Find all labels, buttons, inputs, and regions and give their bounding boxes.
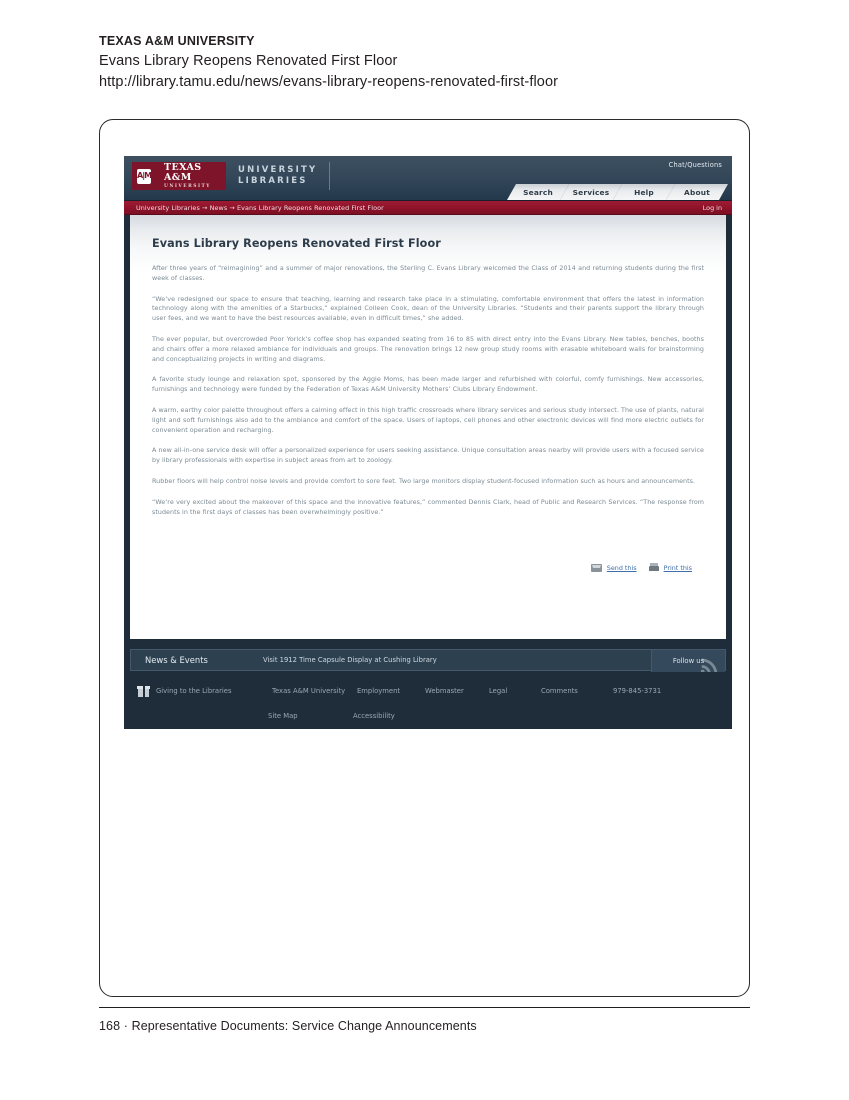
login-link[interactable]: Log in bbox=[703, 201, 722, 215]
tamu-line2: UNIVERSITY bbox=[163, 183, 211, 189]
rss-icon bbox=[700, 658, 718, 672]
tab-help[interactable]: Help bbox=[613, 184, 675, 200]
page-number: 168 bbox=[99, 1019, 121, 1033]
mail-icon bbox=[590, 563, 602, 572]
news-events-item[interactable]: Visit 1912 Time Capsule Display at Cushi… bbox=[263, 656, 437, 664]
site-logo[interactable]: A|M TEXAS A&M UNIVERSITY UNIVERSITY LIBR… bbox=[132, 162, 331, 190]
footer-section-label: Representative Documents: Service Change… bbox=[131, 1019, 477, 1033]
document-title: Evans Library Reopens Renovated First Fl… bbox=[99, 53, 398, 69]
body-paragraph: “We’ve redesigned our space to ensure th… bbox=[152, 295, 704, 323]
footer-row-1: Giving to the Libraries Texas A&M Univer… bbox=[137, 685, 732, 697]
unit-line2: LIBRARIES bbox=[238, 176, 308, 186]
primary-nav-tabs: Search Services Help About bbox=[507, 184, 728, 200]
footer-phone: 979-845-3731 bbox=[613, 687, 662, 695]
send-this-action[interactable]: Send this bbox=[590, 563, 637, 572]
page-title: Evans Library Reopens Renovated First Fl… bbox=[152, 237, 441, 250]
tab-about[interactable]: About bbox=[666, 184, 728, 200]
tab-services[interactable]: Services bbox=[560, 184, 622, 200]
send-this-label[interactable]: Send this bbox=[607, 564, 637, 572]
footer-link-legal[interactable]: Legal bbox=[489, 687, 541, 695]
body-paragraph: A favorite study lounge and relaxation s… bbox=[152, 376, 704, 394]
document-header: TEXAS A&M UNIVERSITY Evans Library Reope… bbox=[99, 33, 799, 93]
screenshot-frame: A|M TEXAS A&M UNIVERSITY UNIVERSITY LIBR… bbox=[99, 119, 750, 997]
footer-link-employment[interactable]: Employment bbox=[357, 687, 425, 695]
body-paragraph: Rubber floors will help control noise le… bbox=[152, 477, 696, 485]
tamu-wordmark: A|M TEXAS A&M UNIVERSITY bbox=[132, 162, 226, 190]
gift-icon bbox=[137, 685, 150, 697]
tamu-line1: TEXAS A&M bbox=[163, 161, 202, 183]
footer-rule bbox=[99, 1007, 750, 1008]
document-url: http://library.tamu.edu/news/evans-libra… bbox=[99, 74, 559, 90]
site-header: A|M TEXAS A&M UNIVERSITY UNIVERSITY LIBR… bbox=[124, 156, 732, 201]
university-libraries-wordmark: UNIVERSITY LIBRARIES bbox=[238, 162, 331, 190]
chat-questions-link[interactable]: Chat/Questions bbox=[669, 161, 722, 169]
breadcrumb-bar: University Libraries → News → Evans Libr… bbox=[124, 201, 732, 215]
footer-link-tamu[interactable]: Texas A&M University bbox=[272, 687, 357, 695]
follow-us-button[interactable]: Follow us bbox=[651, 650, 725, 672]
tamu-seal-icon: A|M bbox=[137, 168, 152, 184]
page-actions: Send this Print this bbox=[152, 563, 704, 572]
tab-search[interactable]: Search bbox=[507, 184, 569, 200]
page-content: Evans Library Reopens Renovated First Fl… bbox=[130, 215, 726, 639]
site-footer: Giving to the Libraries Texas A&M Univer… bbox=[124, 671, 732, 720]
print-this-action[interactable]: Print this bbox=[648, 563, 692, 572]
unit-line1: UNIVERSITY bbox=[238, 165, 318, 175]
footer-link-sitemap[interactable]: Site Map bbox=[268, 712, 353, 720]
footer-link-giving[interactable]: Giving to the Libraries bbox=[156, 687, 272, 695]
document-kicker: TEXAS A&M UNIVERSITY bbox=[99, 34, 255, 48]
body-paragraph: The ever popular, but overcrowded Poor Y… bbox=[152, 335, 704, 363]
body-paragraph: “We’re very excited about the makeover o… bbox=[152, 498, 704, 516]
news-events-bar: News & Events Visit 1912 Time Capsule Di… bbox=[130, 649, 726, 672]
news-events-title: News & Events bbox=[145, 655, 208, 665]
website-screenshot: A|M TEXAS A&M UNIVERSITY UNIVERSITY LIBR… bbox=[124, 156, 732, 729]
page-footer: 168 · Representative Documents: Service … bbox=[99, 1019, 477, 1033]
footer-link-comments[interactable]: Comments bbox=[541, 687, 613, 695]
print-this-label[interactable]: Print this bbox=[664, 564, 692, 572]
breadcrumb[interactable]: University Libraries → News → Evans Libr… bbox=[136, 201, 384, 215]
printer-icon bbox=[648, 563, 659, 572]
body-paragraph: A warm, earthy color palette throughout … bbox=[152, 406, 704, 434]
footer-row-2: Site Map Accessibility bbox=[268, 712, 732, 720]
footer-separator: · bbox=[123, 1019, 128, 1033]
footer-link-webmaster[interactable]: Webmaster bbox=[425, 687, 489, 695]
body-paragraph: A new all-in-one service desk will offer… bbox=[152, 447, 704, 465]
tamu-words: TEXAS A&M UNIVERSITY bbox=[163, 161, 226, 190]
footer-link-accessibility[interactable]: Accessibility bbox=[353, 712, 395, 720]
body-paragraph: After three years of “reimagining” and a… bbox=[152, 265, 704, 282]
